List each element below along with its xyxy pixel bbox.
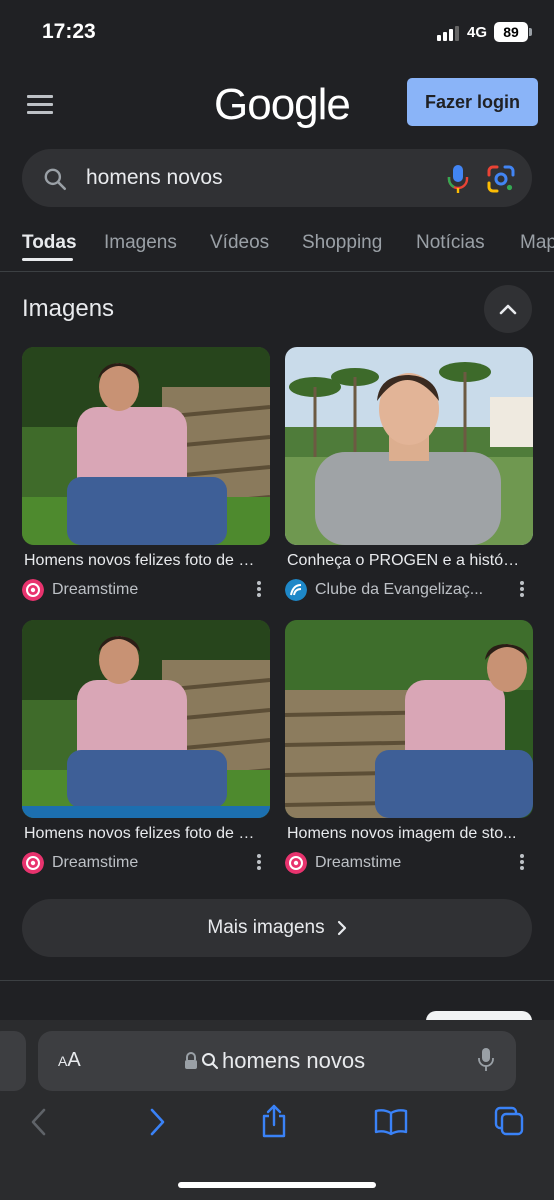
address-query: homens novos [222,1048,366,1073]
previous-tab-preview[interactable] [0,1031,26,1091]
status-time: 17:23 [42,20,96,43]
search-icon [44,168,67,191]
battery-tip [529,28,532,36]
image-result[interactable]: Conheça o PROGEN e a históri... Clube da… [285,347,533,602]
image-result[interactable]: Homens novos felizes foto de s... Dreams… [22,347,270,602]
search-bar[interactable]: homens novos [22,149,532,207]
active-tab-indicator [22,258,73,261]
section-divider [0,980,554,981]
address-bar[interactable]: AA homens novos [38,1031,516,1091]
safari-toolbar: AA homens novos [0,1020,554,1200]
dreamstime-favicon-icon [22,579,44,601]
source-name: Dreamstime [52,581,139,598]
home-indicator [178,1182,376,1188]
images-section-title: Imagens [22,295,115,322]
clube-evangelizacao-favicon-icon [285,579,307,601]
share-icon[interactable] [260,1104,288,1138]
navigation-toolbar [0,1104,554,1148]
dreamstime-favicon-icon [22,852,44,874]
search-icon [202,1053,219,1070]
tabs-icon[interactable] [494,1106,524,1136]
tab-maps[interactable]: Map [520,232,554,254]
tab-shopping[interactable]: Shopping [302,232,382,254]
battery-icon: 89 [494,22,528,42]
result-source[interactable]: Dreamstime [22,578,270,602]
more-options-icon[interactable] [256,854,262,872]
result-caption[interactable]: Conheça o PROGEN e a históri... [285,552,521,570]
dreamstime-favicon-icon [285,852,307,874]
voice-search-icon[interactable] [446,164,470,194]
result-thumbnail[interactable] [285,620,533,818]
back-icon[interactable] [30,1108,48,1136]
bookmarks-icon[interactable] [374,1108,408,1136]
result-caption[interactable]: Homens novos imagem de sto... [285,825,521,843]
tab-noticias[interactable]: Notícias [416,232,485,254]
search-tabs: Todas Imagens Vídeos Shopping Notícias M… [0,230,554,272]
result-thumbnail[interactable] [285,347,533,545]
google-lens-icon[interactable] [487,165,515,193]
image-result[interactable]: Homens novos felizes foto de s... Dreams… [22,620,270,875]
more-options-icon[interactable] [519,581,525,599]
lock-icon [185,1052,197,1069]
tab-imagens[interactable]: Imagens [104,232,177,254]
chevron-right-icon [337,920,346,936]
source-name: Clube da Evangelizaç... [315,581,484,598]
tab-videos[interactable]: Vídeos [210,232,269,254]
network-type: 4G [467,24,488,41]
chevron-up-icon [499,304,517,315]
search-input[interactable]: homens novos [86,166,223,190]
more-options-icon[interactable] [256,581,262,599]
image-result[interactable]: Homens novos imagem de sto... Dreamstime [285,620,533,875]
more-options-icon[interactable] [519,854,525,872]
collapse-button[interactable] [484,285,532,333]
login-button[interactable]: Fazer login [407,78,538,126]
status-bar: 17:23 4G 89 [0,0,554,64]
result-source[interactable]: Clube da Evangelizaç... [285,578,533,602]
result-caption[interactable]: Homens novos felizes foto de s... [22,552,258,570]
source-name: Dreamstime [52,854,139,871]
result-thumbnail[interactable] [22,347,270,545]
more-images-label: Mais imagens [207,917,325,938]
address-text[interactable]: homens novos [184,1048,365,1074]
microphone-icon[interactable] [478,1047,494,1073]
cellular-signal-icon [437,25,459,41]
more-images-button[interactable]: Mais imagens [22,899,532,957]
reader-settings-button[interactable]: AA [58,1049,81,1072]
result-thumbnail[interactable] [22,620,270,818]
result-caption[interactable]: Homens novos felizes foto de s... [22,825,258,843]
source-name: Dreamstime [315,854,402,871]
tab-todas[interactable]: Todas [22,232,77,254]
forward-icon[interactable] [148,1108,166,1136]
google-logo[interactable]: Google [214,80,351,130]
hamburger-menu-icon[interactable] [27,95,53,115]
result-source[interactable]: Dreamstime [285,851,533,875]
result-source[interactable]: Dreamstime [22,851,270,875]
